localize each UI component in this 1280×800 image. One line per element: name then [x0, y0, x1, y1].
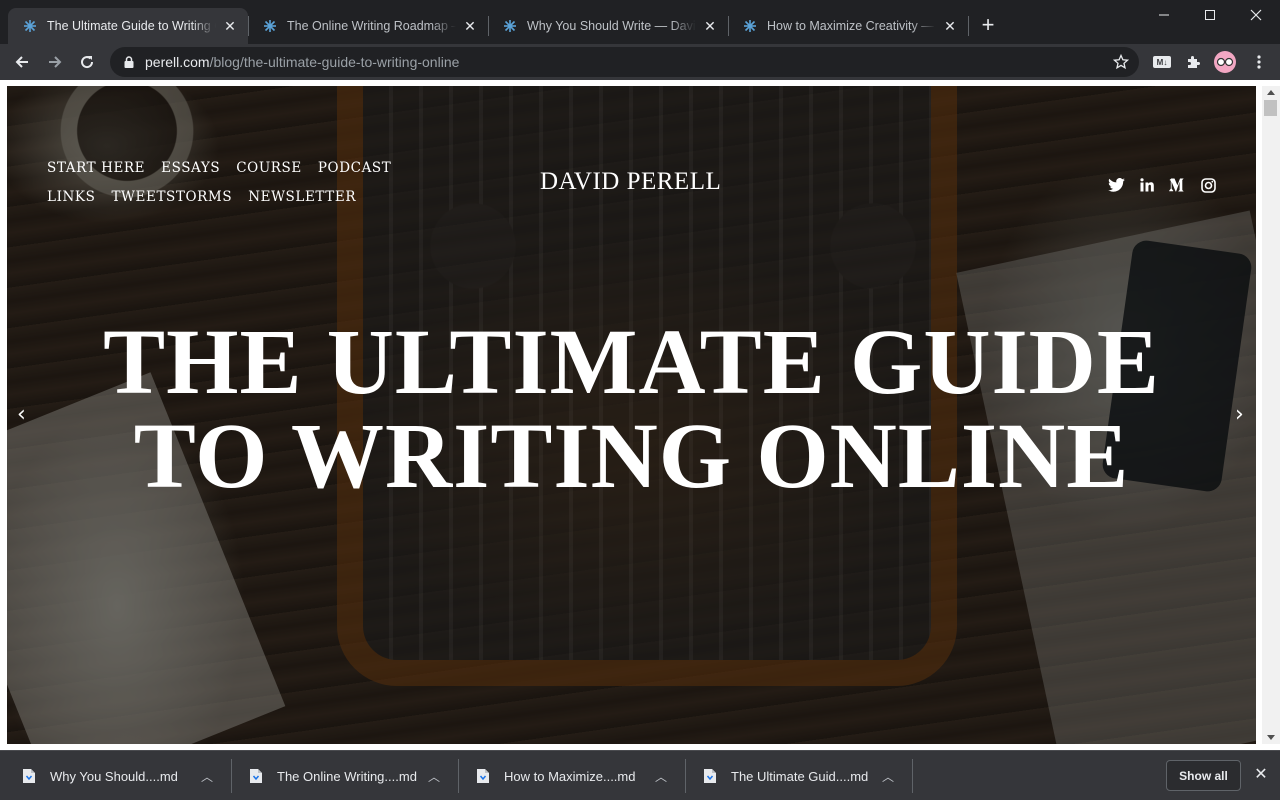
profile-button[interactable] [1214, 51, 1236, 73]
site-nav: START HERE ESSAYS COURSE PODCAST LINKS T… [47, 160, 427, 206]
more-vertical-icon [1257, 55, 1261, 69]
hero-banner: START HERE ESSAYS COURSE PODCAST LINKS T… [7, 86, 1256, 744]
url-text: perell.com/blog/the-ultimate-guide-to-wr… [145, 54, 459, 70]
download-shelf: Why You Should....md ︿ The Online Writin… [0, 750, 1280, 800]
address-bar[interactable]: perell.com/blog/the-ultimate-guide-to-wr… [110, 47, 1139, 77]
hero-title: THE ULTIMATE GUIDE TO WRITING ONLINE [7, 316, 1256, 504]
download-separator [458, 759, 459, 793]
show-all-downloads-button[interactable]: Show all [1166, 760, 1241, 791]
reload-button[interactable] [73, 48, 101, 76]
download-filename: The Online Writing....md [277, 768, 417, 784]
extensions-button[interactable] [1183, 52, 1203, 72]
close-shelf-icon[interactable]: ✕ [1252, 766, 1270, 784]
tab-why-you-should-write[interactable]: Why You Should Write — David Perell ✕ [488, 8, 728, 44]
markdown-extension-button[interactable]: M↓ [1152, 52, 1172, 72]
download-filename: The Ultimate Guid....md [731, 768, 869, 784]
puzzle-piece-icon [1188, 56, 1200, 68]
arrow-right-icon [49, 56, 62, 68]
download-item[interactable]: Why You Should....md ︿ [22, 755, 222, 797]
site-favicon-icon [502, 18, 518, 34]
tab-close-icon[interactable]: ✕ [942, 18, 958, 34]
download-separator [231, 759, 232, 793]
download-item[interactable]: The Ultimate Guid....md ︿ [703, 755, 903, 797]
download-item[interactable]: The Online Writing....md ︿ [249, 755, 449, 797]
chevron-up-icon[interactable]: ︿ [200, 768, 214, 785]
close-window-button[interactable] [1233, 0, 1279, 30]
site-favicon-icon [22, 18, 38, 34]
nav-podcast[interactable]: PODCAST [318, 160, 392, 177]
nav-course[interactable]: COURSE [236, 160, 302, 177]
nav-newsletter[interactable]: NEWSLETTER [248, 189, 356, 206]
instagram-icon [1200, 177, 1216, 193]
arrow-left-icon [15, 56, 28, 68]
tab-close-icon[interactable]: ✕ [702, 18, 718, 34]
download-separator [685, 759, 686, 793]
new-tab-button[interactable]: + [976, 14, 1000, 38]
markdown-icon: M↓ [1153, 56, 1171, 68]
chevron-up-icon[interactable]: ︿ [427, 768, 441, 785]
tab-title: How to Maximize Creativity — David Perel… [767, 19, 936, 33]
page-viewport: START HERE ESSAYS COURSE PODCAST LINKS T… [0, 80, 1280, 750]
linkedin-icon [1140, 178, 1154, 192]
file-icon [477, 769, 489, 783]
slideshow-prev-arrow-icon[interactable]: ‹ [17, 402, 26, 427]
bookmark-star-icon[interactable] [1113, 54, 1129, 70]
scroll-down-arrow-icon[interactable] [1267, 735, 1275, 740]
tab-maximize-creativity[interactable]: How to Maximize Creativity — David Perel… [728, 8, 968, 44]
lock-icon [124, 56, 134, 68]
forward-button[interactable] [41, 48, 69, 76]
instagram-link[interactable] [1199, 176, 1217, 194]
chevron-up-icon[interactable]: ︿ [881, 768, 895, 785]
file-icon [23, 769, 35, 783]
close-icon [1250, 9, 1262, 21]
tab-online-writing-roadmap[interactable]: The Online Writing Roadmap — David Perel… [248, 8, 488, 44]
twitter-icon [1107, 178, 1125, 192]
tab-title: The Online Writing Roadmap — David Perel… [287, 19, 456, 33]
tab-close-icon[interactable]: ✕ [222, 18, 238, 34]
twitter-link[interactable] [1107, 176, 1125, 194]
hero-title-line1: THE ULTIMATE GUIDE [103, 311, 1160, 414]
download-item[interactable]: How to Maximize....md ︿ [476, 755, 676, 797]
linkedin-link[interactable] [1138, 176, 1156, 194]
nav-tweetstorms[interactable]: TWEETSTORMS [111, 189, 232, 206]
minimize-icon [1159, 14, 1169, 16]
chrome-menu-button[interactable] [1249, 52, 1269, 72]
tab-title: Why You Should Write — David Perell [527, 19, 696, 33]
medium-icon [1169, 178, 1184, 192]
tab-close-icon[interactable]: ✕ [462, 18, 478, 34]
minimize-window-button[interactable] [1141, 0, 1187, 30]
site-favicon-icon [742, 18, 758, 34]
scrollbar-thumb[interactable] [1264, 100, 1277, 116]
glasses-avatar-icon [1216, 57, 1234, 67]
scroll-up-arrow-icon[interactable] [1267, 90, 1275, 95]
tab-title: The Ultimate Guide to Writing Online — D… [47, 19, 216, 33]
browser-toolbar: perell.com/blog/the-ultimate-guide-to-wr… [0, 44, 1280, 80]
back-button[interactable] [8, 48, 36, 76]
nav-essays[interactable]: ESSAYS [161, 160, 220, 177]
url-host: perell.com [145, 54, 210, 70]
download-separator [912, 759, 913, 793]
chevron-up-icon[interactable]: ︿ [654, 768, 668, 785]
maximize-window-button[interactable] [1187, 0, 1233, 30]
site-logo[interactable]: DAVID PERELL [540, 168, 721, 196]
nav-links[interactable]: LINKS [47, 189, 95, 206]
reload-icon [81, 56, 94, 69]
file-icon [704, 769, 716, 783]
tab-separator [968, 16, 969, 36]
medium-link[interactable] [1168, 176, 1186, 194]
page-scrollbar[interactable] [1262, 86, 1280, 744]
download-filename: Why You Should....md [50, 768, 178, 784]
url-path: /blog/the-ultimate-guide-to-writing-onli… [209, 54, 460, 70]
file-icon [250, 769, 262, 783]
tab-strip: The Ultimate Guide to Writing Online — D… [0, 0, 1280, 44]
site-favicon-icon [262, 18, 278, 34]
hero-title-line2: TO WRITING ONLINE [133, 405, 1130, 508]
avatar [1214, 51, 1236, 73]
tab-ultimate-guide[interactable]: The Ultimate Guide to Writing Online — D… [8, 8, 248, 44]
nav-start-here[interactable]: START HERE [47, 160, 145, 177]
maximize-icon [1205, 10, 1215, 20]
download-filename: How to Maximize....md [504, 768, 636, 784]
slideshow-next-arrow-icon[interactable]: › [1235, 402, 1244, 427]
